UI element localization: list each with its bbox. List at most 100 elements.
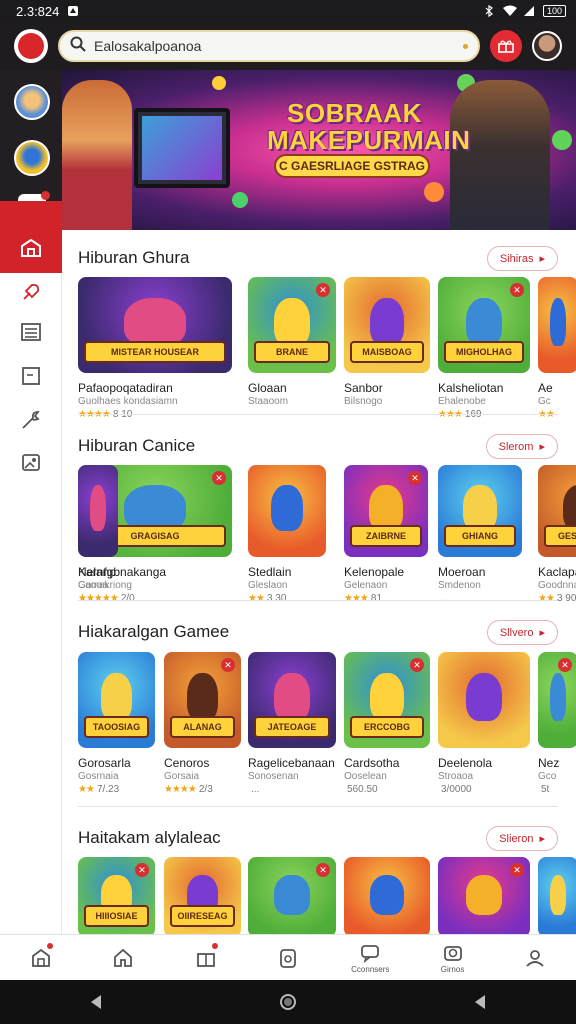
game-card[interactable]: MAISBOAG Sanbor Bilsnogo — [344, 277, 430, 427]
game-art-title: MIGHOLHAG — [444, 341, 524, 363]
game-card[interactable]: GHIANG Moeroan Smdenon... — [438, 465, 522, 615]
game-card[interactable] — [538, 857, 576, 934]
section-more-button[interactable]: Sllvero ▸ — [486, 620, 558, 645]
game-art-title: JATEOAGE — [254, 716, 330, 738]
game-card[interactable]: ZAIBRNE ✕ Kelenopale Gelenaon ★★★ 81 — [344, 465, 428, 615]
section-more-button[interactable]: Slieron ▸ — [486, 826, 558, 851]
sidebar-avatar-1[interactable] — [14, 84, 50, 120]
game-thumbnail[interactable]: ✕ — [248, 857, 336, 934]
game-card[interactable]: AeGc★★ — [538, 277, 576, 427]
game-character-art — [271, 485, 303, 532]
rating-value: ... — [251, 784, 260, 795]
nav-item-chat[interactable]: Cconnsers — [329, 935, 411, 980]
game-card[interactable]: JATEOAGE Ragelicebanaan Sonosenan... — [248, 652, 336, 802]
system-home-button[interactable] — [268, 982, 308, 1022]
sidebar-item-gallery[interactable] — [19, 450, 43, 474]
game-thumbnail[interactable]: ✕ — [538, 652, 576, 748]
game-character-art — [369, 673, 405, 722]
star-rating-icon: ★★★ — [344, 593, 369, 604]
game-thumbnail[interactable]: ZAIBRNE ✕ — [344, 465, 428, 557]
nav-item-gift[interactable] — [165, 935, 247, 980]
nav-item-profile[interactable] — [494, 935, 576, 980]
nav-item-games[interactable] — [247, 935, 329, 980]
game-thumbnail[interactable]: HIIIOSIAE ✕ — [78, 857, 155, 934]
game-card-row: TAOOSIAG Gorosarla Gosrnaia ★★ 7/.23 ALANAG ✕ C… — [78, 652, 576, 802]
section-title: Hiakaralgan Gamee — [78, 622, 230, 641]
game-rating: ★★ — [78, 593, 97, 604]
game-thumbnail[interactable]: OIIRESEAG — [164, 857, 241, 934]
wifi-icon — [502, 5, 517, 17]
sidebar-item-rocket[interactable] — [19, 280, 43, 304]
top-bar: Ealosakalpoanoa — [0, 22, 576, 70]
app-logo[interactable] — [14, 29, 48, 63]
promo-banner[interactable]: SOBRAAK MAKEPURMAIN C GAESRLIAGE GSTRAG — [62, 70, 576, 230]
game-card[interactable]: BRANE ✕ Gloaan Staaoom — [248, 277, 336, 427]
game-card[interactable]: TAOOSIAG Gorosarla Gosrnaia ★★ 7/.23 — [78, 652, 155, 802]
search-input[interactable]: Ealosakalpoanoa — [94, 38, 455, 54]
game-thumbnail[interactable] — [248, 465, 326, 557]
search-bar[interactable]: Ealosakalpoanoa — [58, 30, 480, 62]
sidebar-item-list[interactable] — [19, 320, 43, 344]
game-card[interactable]: OIIRESEAG — [164, 857, 241, 934]
sidebar-avatar-2[interactable] — [14, 140, 50, 176]
gift-button[interactable] — [490, 30, 522, 62]
game-thumbnail[interactable] — [538, 857, 576, 934]
sidebar-item-tools[interactable] — [19, 408, 43, 432]
game-character-art — [369, 298, 405, 347]
game-thumbnail[interactable]: MISTEAR HOUSEAR — [78, 277, 232, 373]
system-recents-button[interactable] — [460, 982, 500, 1022]
game-thumbnail[interactable]: ALANAG ✕ — [164, 652, 241, 748]
banner-character-left — [62, 80, 132, 230]
game-card[interactable]: ✕ — [438, 857, 530, 934]
game-card[interactable]: ERCCOBG ✕ Cardsotha Ooselean 560.50 — [344, 652, 430, 802]
new-badge-icon: ✕ — [410, 658, 424, 672]
game-thumbnail[interactable]: GESCHES✕ — [538, 465, 576, 557]
game-card[interactable]: ✕ Nez Gco 5t — [538, 652, 576, 802]
game-card[interactable]: ✕ — [248, 857, 336, 934]
game-thumbnail[interactable]: TAOOSIAG — [78, 652, 155, 748]
game-card[interactable] — [344, 857, 430, 934]
sidebar — [0, 70, 62, 934]
game-art-title: MISTEAR HOUSEAR — [84, 341, 226, 363]
game-thumbnail[interactable]: ✕ — [438, 857, 530, 934]
game-thumbnail[interactable]: MIGHOLHAG ✕ — [438, 277, 530, 373]
nav-item-camera[interactable]: Girnos — [411, 935, 493, 980]
profile-avatar[interactable] — [532, 31, 562, 61]
chevron-right-icon: ▸ — [539, 441, 545, 453]
game-thumbnail[interactable]: JATEOAGE — [248, 652, 336, 748]
game-thumbnail[interactable] — [538, 277, 576, 373]
game-thumbnail[interactable]: BRANE ✕ — [248, 277, 336, 373]
game-rating: 5t — [538, 784, 549, 795]
status-time: 2.3:824 — [16, 3, 60, 19]
game-card[interactable]: MISTEAR HOUSEAR Pafaopoqatadiran Guolhaes … — [78, 277, 232, 427]
game-card[interactable]: Deelenola Stroaoa 3/0000 — [438, 652, 530, 802]
game-card[interactable]: ALANAG ✕ Cenoros Gorsaia ★★★★ 2/3 — [164, 652, 241, 802]
game-art-title: OIIRESEAG — [170, 905, 235, 927]
sidebar-item-store[interactable] — [0, 201, 62, 273]
game-card[interactable]: GESCHES✕ KaclapanGoodnnaa ★★3 900 — [538, 465, 576, 615]
nav-item-home[interactable] — [82, 935, 164, 980]
game-card[interactable]: MIGHOLHAG✕KalsheliotanEhalenobe★★★169 — [438, 277, 530, 427]
game-thumbnail[interactable] — [344, 857, 430, 934]
section-more-button[interactable]: Sihiras ▸ — [486, 246, 558, 271]
game-card[interactable]: Nelanp Goooa ★★ — [78, 465, 118, 615]
section-more-button[interactable]: Slerom ▸ — [485, 434, 558, 459]
banner-subtitle: C GAESRLIAGE GSTRAG — [274, 154, 430, 178]
rating-value: 5t — [541, 784, 550, 795]
game-thumbnail[interactable] — [438, 652, 530, 748]
game-thumbnail[interactable]: GHIANG — [438, 465, 522, 557]
nav-item-store[interactable] — [0, 935, 82, 980]
sidebar-item-document[interactable] — [19, 364, 43, 388]
game-name: Sanbor — [344, 381, 383, 395]
system-back-button[interactable] — [76, 982, 116, 1022]
game-thumbnail[interactable]: MAISBOAG — [344, 277, 430, 373]
game-thumbnail[interactable] — [78, 465, 118, 557]
game-thumbnail[interactable]: ERCCOBG ✕ — [344, 652, 430, 748]
game-character-art — [274, 874, 310, 915]
game-card[interactable]: Stedlain Gleslaon ★★ 3 30 — [248, 465, 326, 615]
game-card[interactable]: HIIIOSIAE ✕ — [78, 857, 155, 934]
game-subtitle: Goooa — [78, 580, 109, 591]
game-character-art — [550, 673, 566, 722]
star-rating-icon: ★★ — [78, 784, 95, 795]
banner-monitor-illustration — [134, 108, 230, 188]
